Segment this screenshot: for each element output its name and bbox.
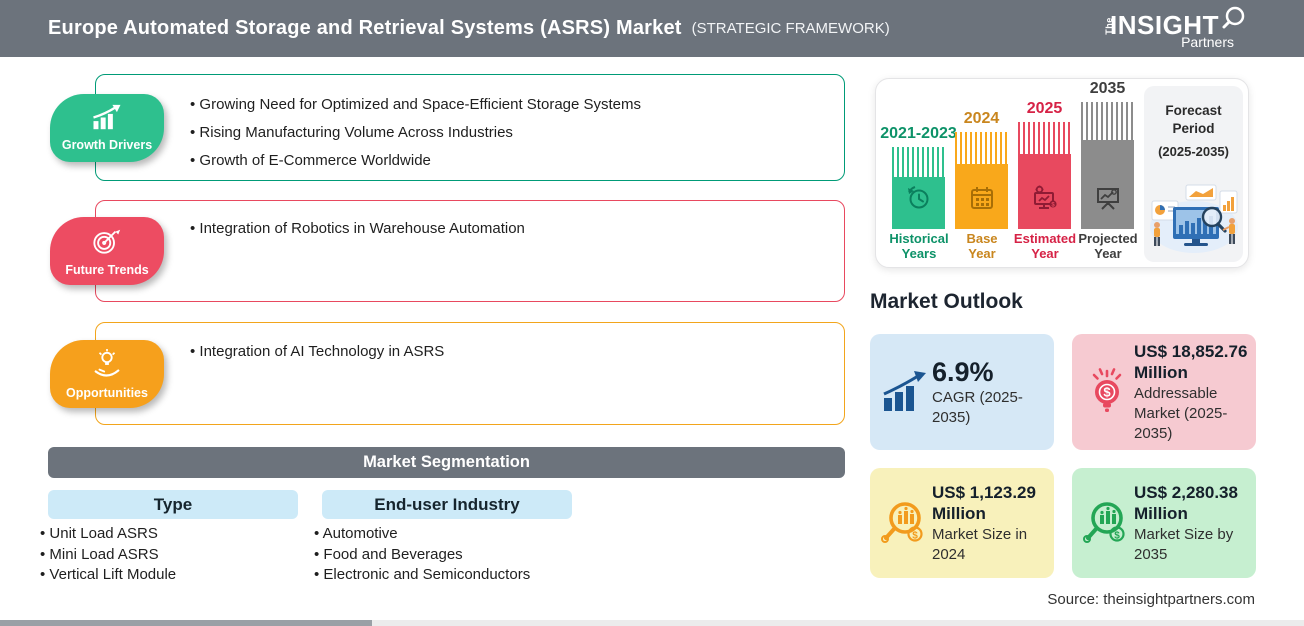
header-bar: Europe Automated Storage and Retrieval S… xyxy=(0,0,1304,57)
list-item: Food and Beverages xyxy=(314,545,530,566)
forecast-period-title: Forecast Period xyxy=(1165,103,1222,136)
svg-text:$: $ xyxy=(1103,385,1111,400)
segment-header-end-user: End-user Industry xyxy=(322,490,572,519)
cagr-card: 6.9% CAGR (2025-2035) xyxy=(870,334,1054,450)
badge-label: Future Trends xyxy=(65,262,149,277)
magnifier-chart-dollar-icon: $ xyxy=(878,500,932,546)
market-size-2035-label: Market Size by 2035 xyxy=(1134,525,1234,563)
list-item: Electronic and Semiconductors xyxy=(314,565,530,586)
future-trends-box xyxy=(95,200,845,302)
bar-stripes xyxy=(892,147,945,177)
type-list: Unit Load ASRS Mini Load ASRS Vertical L… xyxy=(40,524,176,586)
opportunities-list: Integration of AI Technology in ASRS xyxy=(190,341,444,369)
projected-year-bar: 2035 xyxy=(1081,80,1134,229)
bar-chart-growth-icon xyxy=(89,104,125,136)
opportunities-badge: Opportunities xyxy=(50,340,164,408)
presentation-screen-icon xyxy=(1094,184,1122,217)
badge-label: Opportunities xyxy=(66,385,148,400)
list-item: Integration of Robotics in Warehouse Aut… xyxy=(190,218,524,239)
opportunities-box xyxy=(95,322,845,425)
growth-drivers-list: Growing Need for Optimized and Space-Eff… xyxy=(190,94,641,178)
list-item: Vertical Lift Module xyxy=(40,565,176,586)
historical-years-bar: 2021-2023 xyxy=(880,125,957,229)
market-segmentation-bar: Market Segmentation xyxy=(48,447,845,478)
list-item: Mini Load ASRS xyxy=(40,545,176,566)
estimated-year-bar: 2025 $ xyxy=(1018,100,1071,229)
cagr-value: 6.9% xyxy=(932,356,994,387)
addressable-market-value: US$ 18,852.76 Million xyxy=(1134,341,1248,382)
source-attribution: Source: theinsightpartners.com xyxy=(1047,591,1255,608)
bar-stripes xyxy=(1081,102,1134,140)
timeline-card: 2021-2023 Historical Years 2024 Base Yea… xyxy=(875,78,1249,268)
list-item: Unit Load ASRS xyxy=(40,524,176,545)
horizontal-scrollbar-track[interactable] xyxy=(0,620,1304,626)
market-size-2035-card: $ US$ 2,280.38 Million Market Size by 20… xyxy=(1072,468,1256,578)
market-size-2024-value: US$ 1,123.29 Million xyxy=(932,482,1036,523)
future-trends-badge: Future Trends xyxy=(50,217,164,285)
market-size-2035-value: US$ 2,280.38 Million xyxy=(1134,482,1238,523)
list-item: Integration of AI Technology in ASRS xyxy=(190,341,444,362)
forecast-period-panel: Forecast Period (2025-2035) xyxy=(1144,86,1243,262)
forecast-period-range: (2025-2035) xyxy=(1158,144,1229,159)
year-label: 2025 xyxy=(1026,100,1063,117)
market-size-2024-card: $ US$ 1,123.29 Million Market Size in 20… xyxy=(870,468,1054,578)
segment-header-type: Type xyxy=(48,490,298,519)
addressable-market-label: Addressable Market (2025-2035) xyxy=(1134,384,1228,442)
list-item: Automotive xyxy=(314,524,530,545)
page-subtitle: (STRATEGIC FRAMEWORK) xyxy=(691,20,890,37)
year-label: 2035 xyxy=(1089,80,1126,97)
bulb-dollar-icon: $ xyxy=(1080,367,1134,417)
list-item: Rising Manufacturing Volume Across Indus… xyxy=(190,122,641,143)
bar-stripes xyxy=(955,132,1008,164)
year-label: 2021-2023 xyxy=(880,125,957,142)
market-size-2024-label: Market Size in 2024 xyxy=(932,525,1028,563)
market-outlook-title: Market Outlook xyxy=(870,290,1023,313)
projected-year-label: Projected Year xyxy=(1078,231,1138,261)
svg-text:$: $ xyxy=(1114,531,1120,542)
clock-history-icon xyxy=(905,184,933,217)
growth-arrow-chart-icon xyxy=(878,370,932,414)
bar-stripes xyxy=(1018,122,1071,154)
year-label: 2024 xyxy=(963,110,1000,127)
base-year-bar: 2024 xyxy=(955,110,1008,229)
end-user-list: Automotive Food and Beverages Electronic… xyxy=(314,524,531,586)
cagr-label: CAGR (2025-2035) xyxy=(932,388,1023,426)
badge-label: Growth Drivers xyxy=(61,138,153,152)
svg-text:$: $ xyxy=(912,531,918,542)
page-title: Europe Automated Storage and Retrieval S… xyxy=(48,17,682,39)
insight-partners-logo: The INSIGHT Partners xyxy=(1102,6,1252,52)
analytics-illustration xyxy=(1146,179,1241,258)
growth-drivers-badge: Growth Drivers xyxy=(50,94,164,162)
future-trends-list: Integration of Robotics in Warehouse Aut… xyxy=(190,218,524,246)
addressable-market-card: $ US$ 18,852.76 Million Addressable Mark… xyxy=(1072,334,1256,450)
segmentation-title: Market Segmentation xyxy=(363,453,530,471)
monitor-gear-icon: $ xyxy=(1031,184,1059,217)
list-item: Growing Need for Optimized and Space-Eff… xyxy=(190,94,641,115)
magnifier-chart-dollar-icon: $ xyxy=(1080,500,1134,546)
calendar-icon xyxy=(968,184,996,217)
list-item: Growth of E-Commerce Worldwide xyxy=(190,150,641,171)
target-dart-icon xyxy=(90,226,124,261)
bulb-in-hand-icon xyxy=(90,348,124,384)
horizontal-scrollbar-thumb[interactable] xyxy=(0,620,372,626)
logo-partners-text: Partners xyxy=(1181,34,1234,50)
